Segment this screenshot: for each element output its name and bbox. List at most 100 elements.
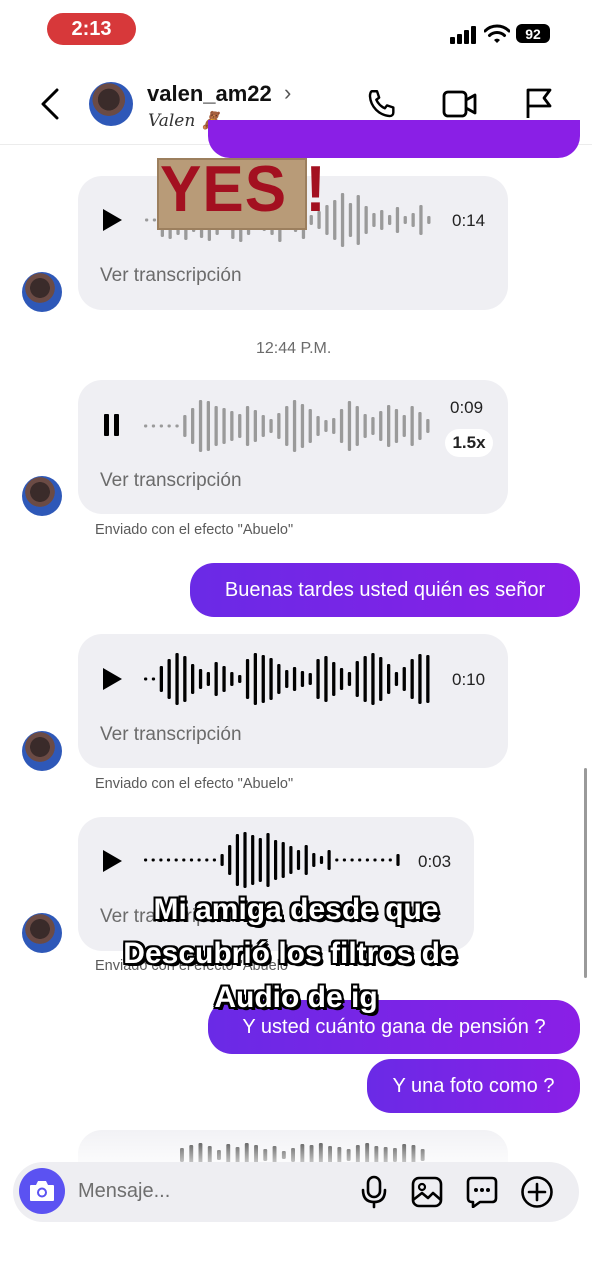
waveform-bar (292, 400, 297, 452)
waveform-bar (198, 400, 203, 452)
waveform-bar (175, 653, 179, 705)
waveform-bar (339, 409, 344, 443)
waveform-bar (266, 833, 270, 887)
phone-call-icon[interactable] (365, 87, 399, 121)
waveform-bar (403, 216, 407, 224)
sender-avatar[interactable] (22, 272, 62, 312)
view-transcript-link[interactable]: Ver transcripción (100, 265, 242, 287)
waveform-bar (151, 424, 156, 428)
waveform-bar (251, 835, 255, 885)
waveform-bar (418, 654, 422, 704)
waveform-bar (379, 657, 383, 701)
waveform-bar (373, 858, 377, 862)
signal-icon (450, 26, 476, 44)
gallery-icon[interactable] (411, 1176, 443, 1208)
microphone-icon[interactable] (361, 1175, 387, 1209)
waveform-bar (324, 656, 328, 702)
waveform-bar (167, 659, 171, 699)
waveform-bar (258, 838, 262, 882)
view-transcript-link[interactable]: Ver transcripción (100, 470, 242, 492)
waveform-bar (277, 664, 281, 694)
waveform-bar (402, 667, 406, 691)
waveform-bar (332, 662, 336, 696)
waveform-bar (228, 845, 232, 875)
waveform-bar (332, 418, 336, 434)
flag-icon[interactable] (524, 86, 554, 120)
waveform-bar (152, 218, 157, 222)
sender-avatar[interactable] (22, 476, 62, 516)
waveform-bar (285, 406, 289, 446)
waveform-bar (316, 659, 320, 699)
play-icon[interactable] (102, 850, 122, 872)
playback-speed-button[interactable]: 1.5x (445, 429, 493, 457)
waveform-bar (144, 424, 148, 428)
message-input[interactable]: Mensaje... (78, 1180, 170, 1203)
battery-indicator: 92 (516, 24, 550, 43)
waveform-bar (335, 858, 339, 862)
waveform-bar (350, 858, 354, 862)
waveform-bar (356, 195, 360, 245)
waveform-bar (174, 858, 178, 862)
waveform-bar (191, 408, 195, 444)
waveform-bar (300, 671, 305, 687)
audio-waveform (144, 400, 430, 452)
waveform-bar (381, 858, 385, 862)
waveform-bar (316, 416, 320, 436)
waveform-bar (371, 653, 375, 705)
waveform-bar (235, 834, 239, 886)
waveform-bar (159, 666, 163, 692)
waveform-bar (144, 858, 148, 862)
camera-icon (30, 1181, 54, 1201)
contact-username[interactable]: valen_am22 (147, 81, 272, 107)
waveform-bar (339, 668, 344, 690)
back-arrow-icon[interactable] (38, 88, 62, 120)
waveform-bar (372, 213, 376, 227)
play-icon[interactable] (102, 209, 122, 231)
scrollbar[interactable] (584, 768, 587, 978)
waveform-bar (214, 406, 218, 446)
waveform-bar (342, 858, 346, 862)
waveform-bar (277, 413, 281, 439)
play-icon[interactable] (102, 668, 122, 690)
outgoing-message[interactable]: Y una foto como ? (367, 1059, 580, 1113)
waveform-bar (324, 420, 328, 432)
camera-button[interactable] (19, 1168, 65, 1214)
sender-avatar[interactable] (22, 731, 62, 771)
waveform-bar (261, 655, 265, 703)
waveform-bar (206, 401, 210, 451)
view-transcript-link[interactable]: Ver transcripción (100, 724, 242, 746)
video-caption-line: Mi amiga desde que (153, 893, 439, 926)
waveform-bar (269, 419, 273, 433)
waveform-bar (274, 840, 278, 880)
outgoing-message[interactable]: Buenas tardes usted quién es señor (190, 563, 580, 617)
waveform-bar (347, 672, 352, 686)
waveform-bar (281, 842, 285, 878)
video-call-icon[interactable] (442, 88, 478, 120)
waveform-bar (166, 858, 171, 862)
waveform-bar (214, 662, 218, 696)
waveform-bar (300, 404, 305, 448)
waveform-bar (380, 210, 384, 230)
waveform-bar (395, 207, 400, 233)
waveform-bar (419, 205, 423, 235)
waveform-bar (411, 213, 415, 227)
sticker-chat-icon[interactable] (466, 1176, 498, 1208)
waveform-bar (364, 206, 368, 234)
waveform-bar (189, 858, 194, 862)
waveform-bar (261, 415, 265, 437)
waveform-bar (426, 655, 430, 703)
waveform-bar (394, 409, 399, 443)
waveform-bar (144, 677, 148, 681)
waveform-bar (145, 218, 149, 222)
waveform-bar (198, 669, 203, 689)
waveform-bar (151, 677, 156, 681)
waveform-bar (289, 846, 293, 874)
plus-circle-icon[interactable] (520, 1175, 554, 1209)
chevron-right-icon[interactable]: › (284, 80, 291, 106)
header-avatar[interactable] (89, 82, 133, 126)
yes-sticker: YES ! (160, 153, 327, 226)
pause-icon[interactable] (104, 414, 120, 436)
message-timestamp: 12:44 P.M. (256, 340, 332, 357)
waveform-bar (348, 203, 353, 237)
waveform-bar (347, 401, 352, 451)
